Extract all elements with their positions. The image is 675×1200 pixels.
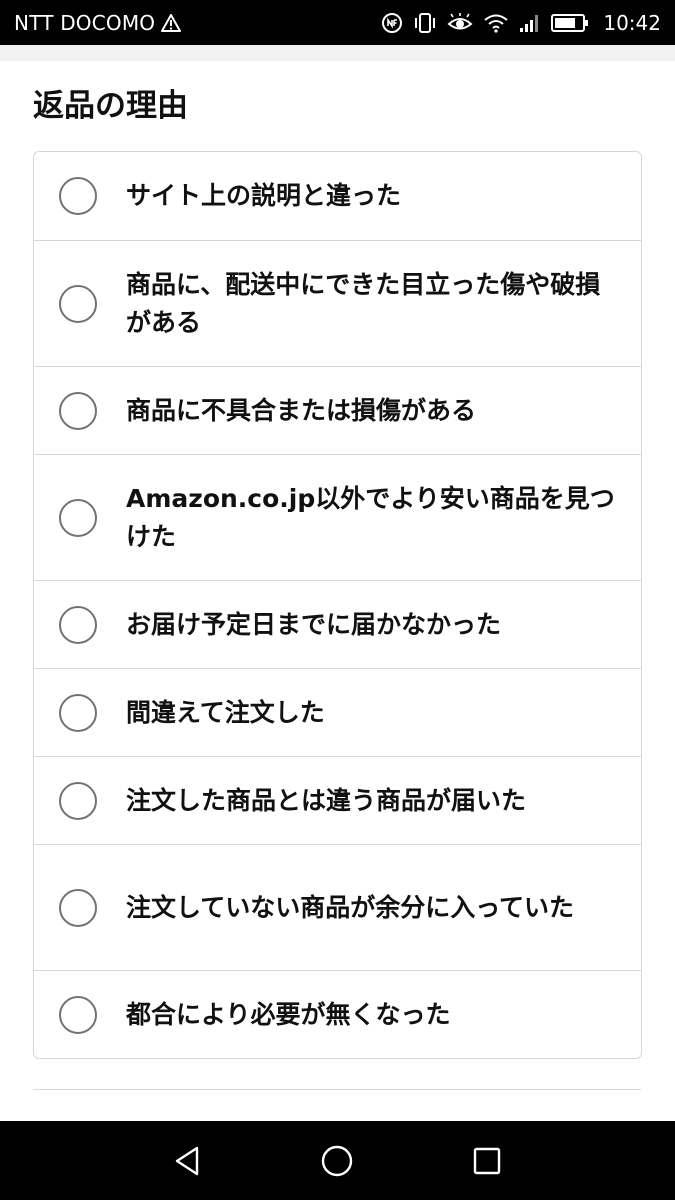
radio-button[interactable] [59,177,97,215]
reason-option[interactable]: 商品に、配送中にできた目立った傷や破損がある [34,240,641,366]
return-reason-title: 返品の理由 [33,88,188,124]
back-icon [172,1145,202,1177]
battery-icon [551,13,589,33]
recents-icon [472,1146,502,1176]
warning-icon [161,13,182,32]
radio-button[interactable] [59,605,97,644]
reason-label: 商品に不具合または損傷がある [126,395,477,425]
reason-radio-group: サイト上の説明と違った 商品に、配送中にできた目立った傷や破損がある 商品に不具… [33,151,642,1059]
radio-button[interactable] [59,498,97,537]
top-strip [0,45,675,61]
reason-option[interactable]: お届け予定日までに届かなかった [34,580,641,668]
status-time: 10:42 [603,10,661,35]
radio-button[interactable] [59,391,97,430]
back-button[interactable] [147,1121,227,1200]
reason-option[interactable]: サイト上の説明と違った [34,152,641,240]
reason-label: 間違えて注文した [126,697,325,727]
section-divider [33,1089,641,1090]
reason-label: サイト上の説明と違った [126,181,402,210]
radio-button[interactable] [59,888,97,927]
reason-option[interactable]: Amazon.co.jp以外でより安い商品を見つけた [34,454,641,580]
nfc-icon [381,12,403,34]
reason-label: 注文した商品とは違う商品が届いた [126,785,527,815]
home-button[interactable] [297,1121,377,1200]
reason-option[interactable]: 都合により必要が無くなった [34,970,641,1058]
radio-button[interactable] [59,693,97,732]
eye-comfort-icon [447,12,473,33]
reason-label: 注文していない商品が余分に入っていた [126,892,575,922]
recents-button[interactable] [447,1121,527,1200]
home-icon [320,1144,354,1178]
system-navigation-bar [0,1121,675,1200]
reason-option[interactable]: 間違えて注文した [34,668,641,756]
radio-button[interactable] [59,995,97,1034]
reason-option[interactable]: 商品に不具合または損傷がある [34,366,641,454]
status-left: NTT DOCOMO [14,0,182,45]
signal-icon [519,13,541,33]
carrier-label: NTT DOCOMO [14,10,156,35]
vibrate-icon [413,12,437,34]
radio-button[interactable] [59,284,97,323]
reason-label: 商品に、配送中にできた目立った傷や破損がある [126,269,601,337]
radio-button[interactable] [59,781,97,820]
reason-option[interactable]: 注文していない商品が余分に入っていた [34,844,641,970]
status-bar: NTT DOCOMO 10:42 [0,0,675,45]
status-right: 10:42 [381,0,661,45]
main-content: 返品の理由 サイト上の説明と違った 商品に、配送中にできた目立った傷や破損がある… [0,61,675,1121]
reason-label: Amazon.co.jp以外でより安い商品を見つけた [126,483,615,551]
reason-option[interactable]: 注文した商品とは違う商品が届いた [34,756,641,844]
wifi-icon [483,13,509,33]
reason-label: 都合により必要が無くなった [126,999,451,1029]
reason-label: お届け予定日までに届かなかった [126,609,502,639]
